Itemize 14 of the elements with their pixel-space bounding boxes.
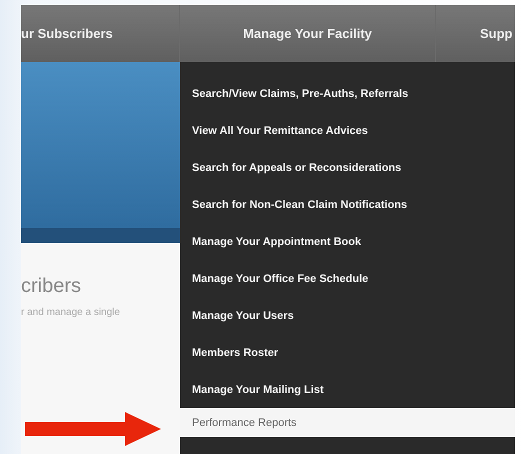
menu-item[interactable]: Search for Appeals or Reconsiderations xyxy=(180,149,515,186)
menu-item[interactable]: Search for Non-Clean Claim Notifications xyxy=(180,186,515,223)
menu-item[interactable]: Search/View Claims, Pre-Auths, Referrals xyxy=(180,75,515,112)
menu-item[interactable]: Manage Your Office Fee Schedule xyxy=(180,260,515,297)
menu-item[interactable]: Manage Your Mailing List xyxy=(180,371,515,408)
menu-item[interactable]: Members Roster xyxy=(180,334,515,371)
menu-item[interactable]: Manage Your Users xyxy=(180,297,515,334)
menu-item[interactable]: Performance Reports xyxy=(180,408,515,437)
nav-tab[interactable]: Supp xyxy=(436,5,515,62)
section-description: r and manage a single xyxy=(21,307,121,318)
section-heading: cribers xyxy=(21,275,82,298)
menu-item[interactable]: View All Your Remittance Advices xyxy=(180,112,515,149)
menu-item[interactable]: Manage Your Appointment Book xyxy=(180,223,515,260)
arrow-icon xyxy=(25,412,161,446)
